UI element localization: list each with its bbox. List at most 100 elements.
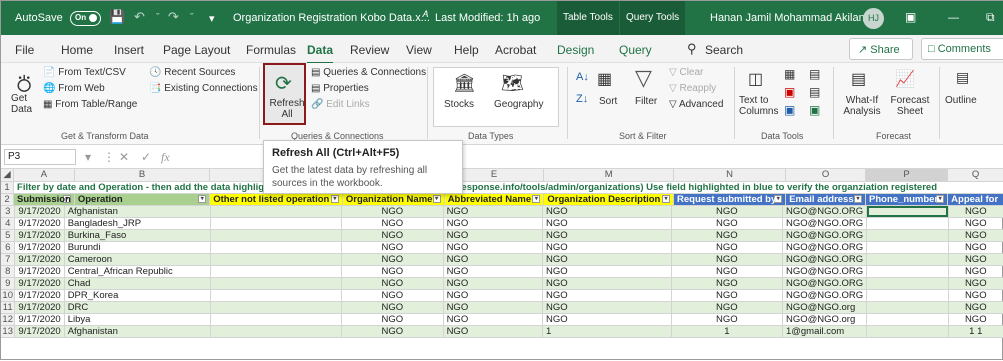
cell-email[interactable]: NGO@NGO.ORG — [782, 289, 868, 302]
cell-phone[interactable] — [866, 289, 949, 302]
cell-operation[interactable]: Afghanistan — [64, 325, 211, 338]
tab-file[interactable]: File — [15, 43, 34, 57]
tab-formulas[interactable]: Formulas — [246, 43, 296, 57]
data-validation-icon[interactable]: ▣ — [784, 103, 795, 117]
cell-email[interactable]: NGO@NGO.org — [782, 301, 868, 314]
cell-email[interactable]: NGO@NGO.ORG — [782, 253, 868, 266]
cell-phone[interactable] — [866, 301, 949, 314]
cell-abbreviated-name[interactable]: NGO — [443, 205, 544, 218]
tab-design[interactable]: Design — [557, 43, 594, 57]
tab-insert[interactable]: Insert — [114, 43, 144, 57]
cell-org-description[interactable]: NGO — [542, 253, 672, 266]
cell-other-operation[interactable] — [210, 217, 343, 230]
cell-abbreviated-name[interactable]: NGO — [443, 229, 544, 242]
select-all-corner[interactable]: ◢ — [1, 169, 14, 182]
sheet-table[interactable]: ◢ A B E M N O P Q 1 Filter by date and O… — [1, 169, 1003, 206]
filter-dropdown-icon[interactable]: ▾ — [532, 194, 541, 203]
header-phone[interactable]: ▾ Phone_number — [865, 193, 949, 206]
filter-dropdown-icon[interactable]: ▾ — [662, 194, 671, 203]
tab-acrobat[interactable]: Acrobat — [495, 43, 536, 57]
row-header[interactable]: 4 — [1, 217, 16, 230]
data-model-icon[interactable]: ▣ — [809, 103, 820, 117]
cell-submission-date[interactable]: 9/17/2020 — [14, 253, 65, 266]
cell-request-submitted-by[interactable]: NGO — [671, 277, 783, 290]
cell-email[interactable]: NGO@NGO.ORG — [782, 205, 868, 218]
redo-dropdown-icon[interactable]: ˇ — [190, 12, 194, 24]
cell-submission-date[interactable]: 9/17/2020 — [14, 301, 65, 314]
cell-abbreviated-name[interactable]: NGO — [443, 217, 544, 230]
cell-org-name[interactable]: NGO — [341, 229, 444, 242]
cell-other-operation[interactable] — [210, 229, 343, 242]
reapply-button[interactable]: ▽ Reapply — [669, 83, 716, 94]
cell-request-submitted-by[interactable]: NGO — [671, 265, 783, 278]
share-button[interactable]: ↗ Share — [849, 38, 913, 60]
query-tools-tab[interactable]: Query Tools — [620, 1, 686, 35]
cell-appeal[interactable]: NGO — [948, 253, 1003, 266]
column-header[interactable]: B — [74, 169, 211, 182]
namebox-dropdown-icon[interactable]: ▾ — [85, 150, 91, 164]
what-if-button[interactable]: What-If Analysis — [839, 95, 885, 117]
consolidate-icon[interactable]: ▤ — [809, 67, 820, 81]
cell-operation[interactable]: Cameroon — [64, 253, 211, 266]
user-name[interactable]: Hanan Jamil Mohammad Akilan — [710, 12, 865, 24]
cell-abbreviated-name[interactable]: NGO — [443, 325, 544, 338]
tab-review[interactable]: Review — [350, 43, 389, 57]
cell-other-operation[interactable] — [210, 301, 343, 314]
cell-phone[interactable] — [866, 229, 949, 242]
row-header[interactable]: 10 — [1, 289, 16, 302]
cell-org-description[interactable]: 1 — [542, 325, 672, 338]
cell-request-submitted-by[interactable]: NGO — [671, 205, 783, 218]
comments-button[interactable]: □ Comments — [921, 38, 1003, 60]
column-header[interactable]: A — [13, 169, 75, 182]
enter-icon[interactable]: ✓ — [141, 150, 151, 164]
cell-email[interactable]: NGO@NGO.org — [782, 313, 868, 326]
cell-request-submitted-by[interactable]: NGO — [671, 313, 783, 326]
cell-email[interactable]: NGO@NGO.ORG — [782, 241, 868, 254]
header-abbreviated-name[interactable]: ▾ Abbreviated Name — [444, 193, 545, 206]
cell-email[interactable]: NGO@NGO.ORG — [782, 217, 868, 230]
cell-org-description[interactable]: NGO — [542, 205, 672, 218]
cell-phone[interactable] — [866, 265, 949, 278]
cell-phone[interactable] — [866, 217, 949, 230]
cell-abbreviated-name[interactable]: NGO — [443, 289, 544, 302]
undo-icon[interactable]: ↶ — [134, 9, 145, 25]
minimize-icon[interactable]: — — [948, 12, 959, 24]
filter-dropdown-icon[interactable]: ▾ — [198, 194, 207, 203]
get-data-button[interactable]: Get Data — [11, 93, 37, 115]
cell-phone[interactable] — [866, 325, 949, 338]
cell-appeal[interactable]: NGO — [948, 205, 1003, 218]
recent-sources-button[interactable]: 🕓 Recent Sources — [149, 67, 235, 78]
cell-org-name[interactable]: NGO — [341, 277, 444, 290]
sort-az-icon[interactable]: A↓ — [576, 71, 589, 83]
table-tools-tab[interactable]: Table Tools — [557, 1, 619, 35]
text-to-columns-button[interactable]: Text to Columns — [739, 95, 781, 117]
row-header[interactable]: 7 — [1, 253, 16, 266]
cell-submission-date[interactable]: 9/17/2020 — [14, 313, 65, 326]
from-text-csv-button[interactable]: 📄 From Text/CSV — [43, 67, 126, 78]
from-web-button[interactable]: 🌐 From Web — [43, 83, 105, 94]
filter-dropdown-icon[interactable]: ▾ — [330, 194, 339, 203]
header-request-submitted-by[interactable]: ▾ Request submitted by — [673, 193, 787, 206]
column-header[interactable]: M — [543, 169, 675, 182]
document-title[interactable]: Organization Registration Kobo Data.x... — [233, 12, 430, 24]
cell-other-operation[interactable] — [210, 253, 343, 266]
cell-email[interactable]: NGO@NGO.ORG — [782, 277, 868, 290]
cell-abbreviated-name[interactable]: NGO — [443, 301, 544, 314]
fx-button[interactable]: fx — [161, 150, 170, 165]
quick-access-customize-icon[interactable]: ▾ — [209, 12, 215, 25]
cell-email[interactable]: 1@gmail.com — [782, 325, 868, 338]
cell-abbreviated-name[interactable]: NGO — [443, 313, 544, 326]
header-org-description[interactable]: ▾ Organization Description — [543, 193, 675, 206]
cell-appeal[interactable]: NGO — [948, 217, 1003, 230]
relationships-icon[interactable]: ▤ — [809, 85, 820, 99]
row-header[interactable]: 12 — [1, 313, 16, 326]
cancel-icon[interactable]: ✕ — [119, 150, 129, 164]
instruction-note[interactable]: Filter by date and Operation - then add … — [13, 181, 1003, 194]
cell-phone[interactable] — [866, 241, 949, 254]
data-types-gallery[interactable] — [433, 67, 559, 127]
cell-request-submitted-by[interactable]: NGO — [671, 253, 783, 266]
column-header[interactable]: N — [673, 169, 787, 182]
row-header[interactable]: 3 — [1, 205, 16, 218]
properties-button[interactable]: ▤ Properties — [311, 83, 369, 94]
header-submission[interactable]: ▾ Submission — [13, 193, 75, 206]
